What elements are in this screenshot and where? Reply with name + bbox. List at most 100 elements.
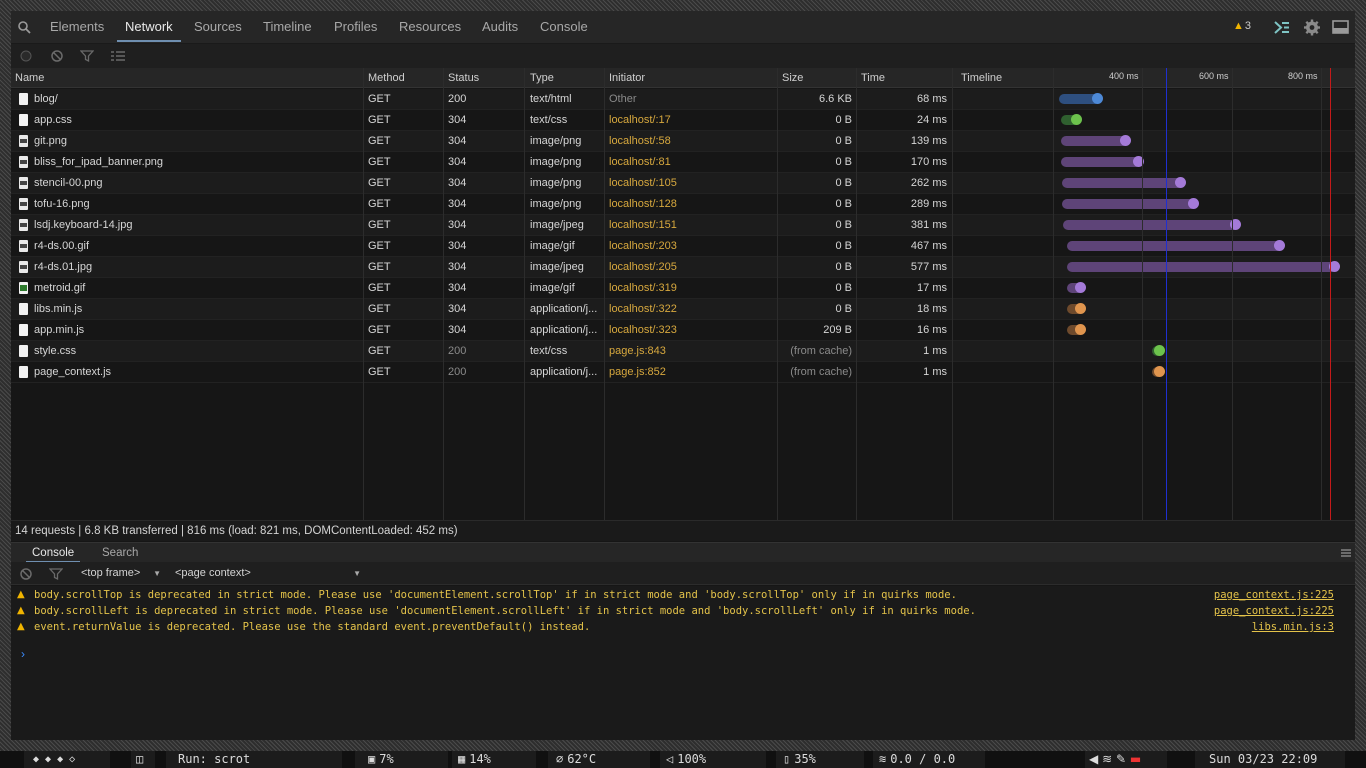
request-size: 0 B	[835, 240, 852, 252]
tab-sources[interactable]: Sources	[194, 11, 242, 43]
console-prompt[interactable]: ›	[21, 647, 25, 661]
column-header-time[interactable]: Time	[861, 68, 885, 88]
cpu-widget: ▣ 7%	[355, 751, 448, 768]
request-name[interactable]: app.min.js	[34, 320, 359, 340]
volume-widget[interactable]: ◁ 100%	[660, 751, 766, 768]
column-divider[interactable]	[363, 68, 364, 520]
layout-icon[interactable]: ◫	[131, 751, 155, 768]
drawer-tab-bar: Console Search	[11, 542, 1355, 563]
request-name[interactable]: page_context.js	[34, 362, 359, 382]
column-header-size[interactable]: Size	[782, 68, 803, 88]
request-initiator[interactable]: localhost/:105	[609, 173, 774, 193]
request-initiator[interactable]: localhost/:81	[609, 152, 774, 172]
column-header-method[interactable]: Method	[368, 68, 405, 88]
request-initiator[interactable]: localhost/:17	[609, 110, 774, 130]
run-prompt[interactable]: Run: scrot	[166, 751, 342, 768]
request-initiator[interactable]: localhost/:58	[609, 131, 774, 151]
tab-timeline[interactable]: Timeline	[263, 11, 312, 43]
request-name[interactable]: libs.min.js	[34, 299, 359, 319]
document-icon	[19, 114, 28, 126]
column-divider[interactable]	[952, 68, 953, 520]
request-initiator[interactable]: localhost/:205	[609, 257, 774, 277]
column-divider[interactable]	[777, 68, 778, 520]
request-name[interactable]: r4-ds.00.gif	[34, 236, 359, 256]
warning-counter[interactable]: ▲3	[1233, 20, 1251, 32]
column-header-type[interactable]: Type	[530, 68, 554, 88]
document-icon	[19, 324, 28, 336]
tab-resources[interactable]: Resources	[399, 11, 461, 43]
request-type: image/png	[530, 156, 582, 168]
request-initiator[interactable]: localhost/:203	[609, 236, 774, 256]
request-name[interactable]: tofu-16.png	[34, 194, 359, 214]
request-name[interactable]: git.png	[34, 131, 359, 151]
tab-audits[interactable]: Audits	[482, 11, 518, 43]
column-header-name[interactable]: Name	[15, 68, 44, 88]
console-message-text: body.scrollLeft is deprecated in strict …	[34, 605, 976, 617]
filter-icon[interactable]	[80, 49, 94, 63]
pin-icon[interactable]: ✎	[1116, 752, 1126, 766]
workspace-indicators[interactable]: ◆ ◆ ◆ ◇	[24, 751, 110, 768]
request-name[interactable]: bliss_for_ipad_banner.png	[34, 152, 359, 172]
console-source-link[interactable]: libs.min.js:3	[1252, 619, 1334, 635]
network-request-grid: Name Method Status Type Initiator Size T…	[11, 68, 1355, 520]
request-initiator[interactable]: localhost/:151	[609, 215, 774, 235]
large-rows-icon[interactable]	[110, 49, 126, 63]
show-drawer-icon[interactable]	[1273, 19, 1291, 36]
column-divider[interactable]	[443, 68, 444, 520]
request-size: 209 B	[823, 324, 852, 336]
clear-icon[interactable]	[50, 49, 64, 63]
wifi-icon[interactable]: ≋	[1102, 752, 1112, 766]
console-warning-message: ▲ body.scrollLeft is deprecated in stric…	[11, 603, 1355, 619]
console-source-link[interactable]: page_context.js:225	[1214, 603, 1334, 619]
warning-icon: ▲	[1233, 20, 1244, 32]
clear-console-icon[interactable]	[19, 567, 33, 581]
tab-elements[interactable]: Elements	[50, 11, 104, 43]
dock-side-icon[interactable]	[1332, 19, 1350, 36]
request-name[interactable]: style.css	[34, 341, 359, 361]
request-name[interactable]: app.css	[34, 110, 359, 130]
app-tray-icon[interactable]: ▬	[1130, 752, 1141, 766]
column-divider[interactable]	[604, 68, 605, 520]
column-header-status[interactable]: Status	[448, 68, 479, 88]
request-name[interactable]: stencil-00.png	[34, 173, 359, 193]
request-initiator[interactable]: localhost/:319	[609, 278, 774, 298]
request-method: GET	[368, 93, 391, 105]
request-size: 0 B	[835, 219, 852, 231]
network-widget: ≋ 0.0 / 0.0	[873, 751, 985, 768]
timeline-grid: 400 ms 600 ms 800 ms	[1053, 68, 1355, 520]
request-initiator[interactable]: localhost/:322	[609, 299, 774, 319]
context-select[interactable]: <page context> ▼	[169, 564, 363, 583]
wifi-icon: ≋	[879, 752, 887, 766]
drawer-tab-console[interactable]: Console	[25, 543, 81, 563]
request-initiator[interactable]: page.js:852	[609, 362, 774, 382]
clock[interactable]: Sun 03/23 22:09	[1195, 751, 1345, 768]
frame-select[interactable]: <top frame> ▼	[75, 564, 163, 583]
request-initiator[interactable]: page.js:843	[609, 341, 774, 361]
column-divider[interactable]	[524, 68, 525, 520]
request-initiator[interactable]: localhost/:128	[609, 194, 774, 214]
drawer-tab-search[interactable]: Search	[102, 543, 138, 563]
temperature-widget: ⌀ 62°C	[548, 751, 650, 768]
console-source-link[interactable]: page_context.js:225	[1214, 587, 1334, 603]
column-header-timeline[interactable]: Timeline	[961, 68, 1002, 88]
tab-console[interactable]: Console	[540, 11, 588, 43]
search-icon[interactable]	[17, 20, 31, 34]
tab-network[interactable]: Network	[117, 11, 181, 43]
volume-mute-icon[interactable]: ◀	[1089, 752, 1098, 766]
request-name[interactable]: lsdj.keyboard-14.jpg	[34, 215, 359, 235]
request-method: GET	[368, 366, 391, 378]
tab-profiles[interactable]: Profiles	[334, 11, 377, 43]
request-name[interactable]: metroid.gif	[34, 278, 359, 298]
gear-icon[interactable]	[1303, 19, 1321, 36]
drawer-menu-icon[interactable]	[1341, 549, 1351, 557]
request-name[interactable]: blog/	[34, 89, 359, 109]
dropdown-arrow-icon: ▼	[353, 569, 361, 578]
column-header-initiator[interactable]: Initiator	[609, 68, 645, 88]
request-initiator[interactable]: localhost/:323	[609, 320, 774, 340]
column-divider[interactable]	[856, 68, 857, 520]
request-name[interactable]: r4-ds.01.jpg	[34, 257, 359, 277]
record-icon[interactable]	[19, 49, 33, 63]
context-select-value: <page context>	[175, 567, 251, 579]
console-filter-icon[interactable]	[49, 567, 63, 581]
request-size: 0 B	[835, 198, 852, 210]
